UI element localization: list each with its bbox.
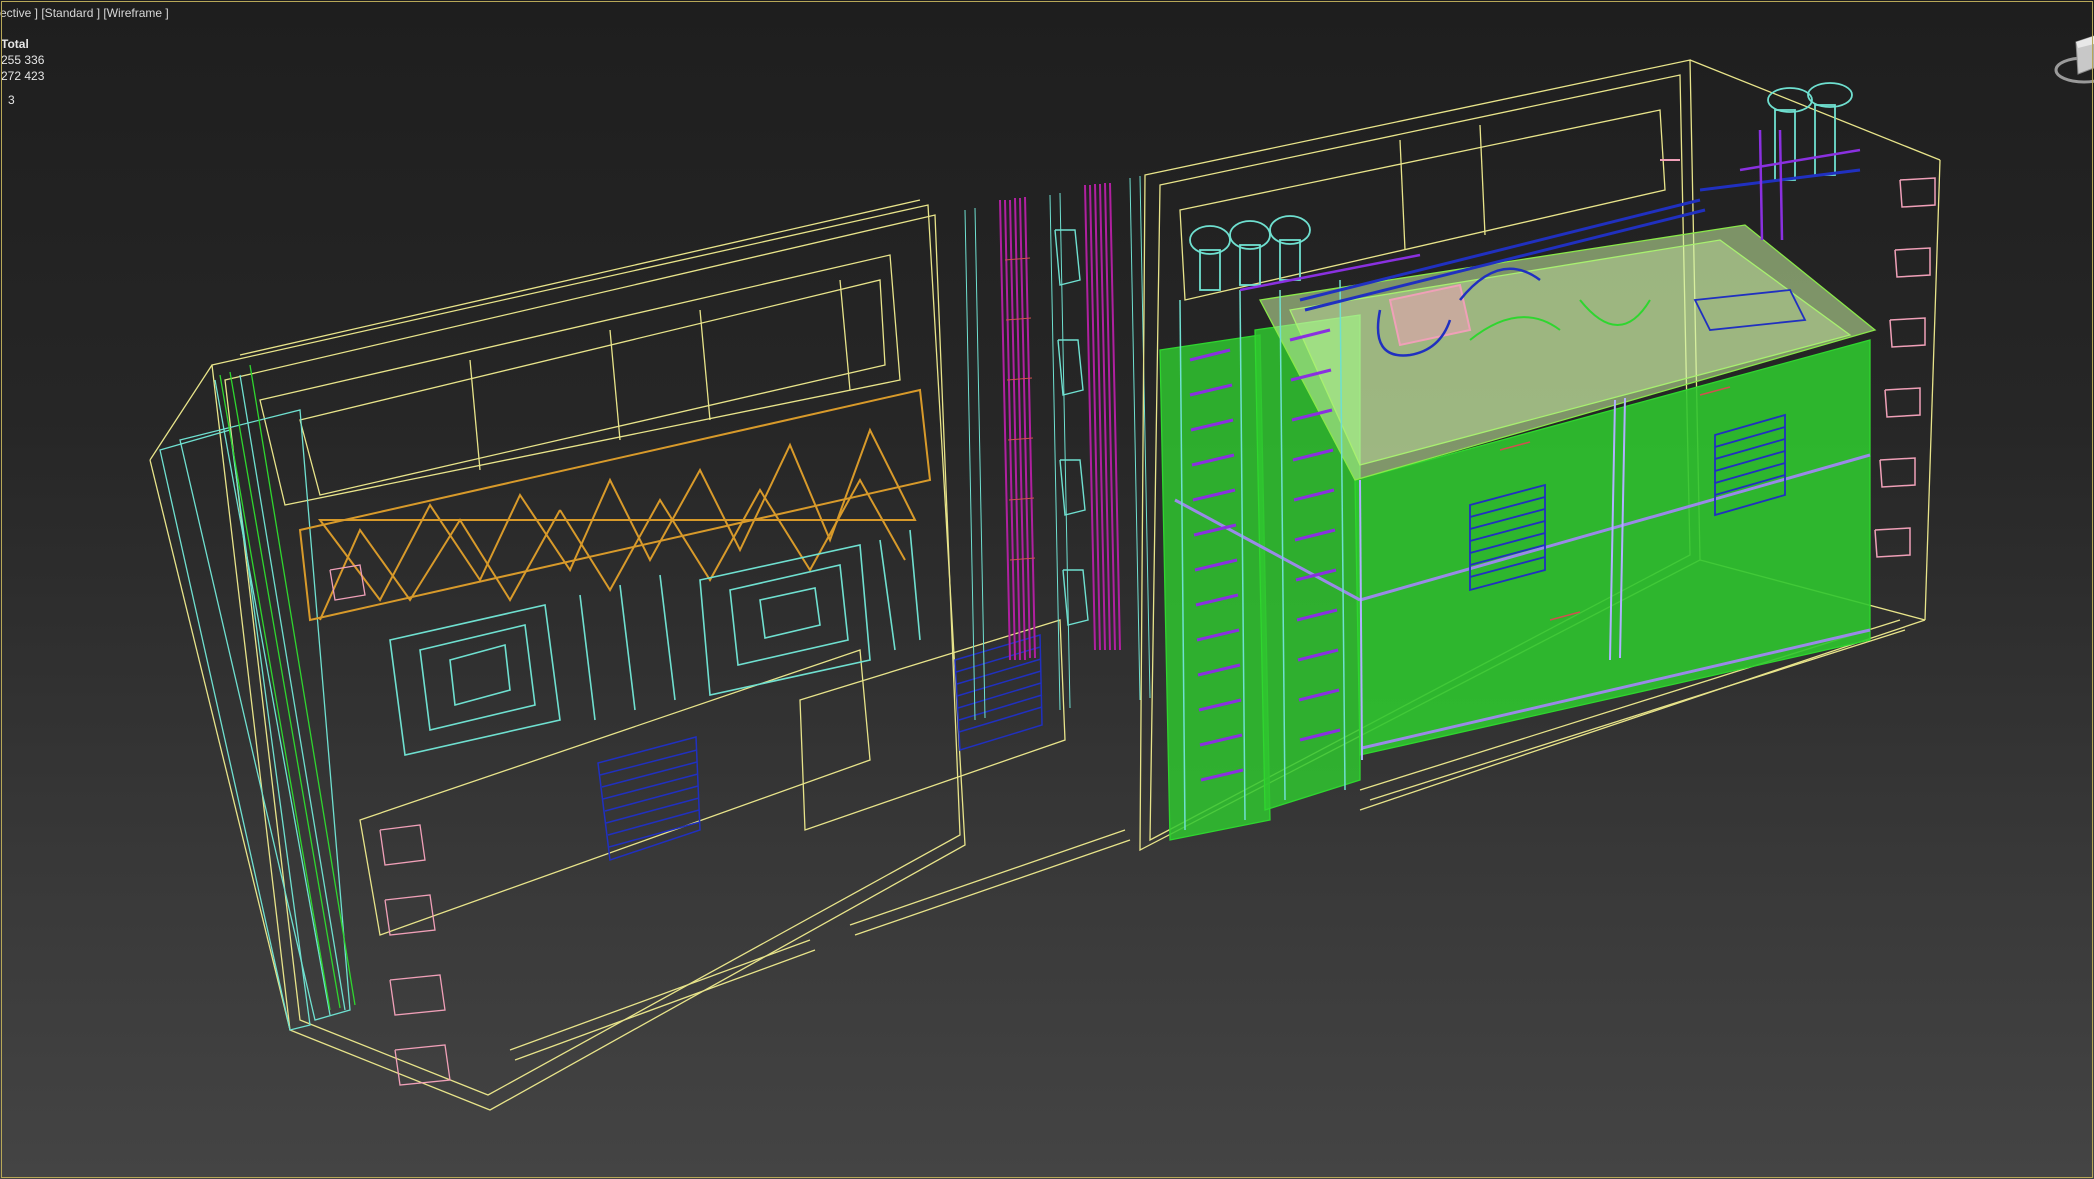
wireframe-scene[interactable] bbox=[0, 0, 2094, 1179]
middle-pipe-wireframe[interactable] bbox=[964, 175, 1151, 721]
stats-title: Total bbox=[1, 37, 29, 51]
perspective-viewport[interactable]: ective ] [Standard ] [Wireframe ] Total … bbox=[0, 0, 2094, 1179]
viewcube-icon[interactable] bbox=[2054, 32, 2094, 92]
right-building-wireframe[interactable] bbox=[1139, 59, 1941, 852]
stats-fps: 3 bbox=[8, 93, 15, 107]
statistics-overlay: Total 255 336 272 423 3 bbox=[1, 36, 44, 108]
viewport-label[interactable]: ective ] [Standard ] [Wireframe ] bbox=[0, 6, 169, 20]
stats-verts: 272 423 bbox=[1, 69, 45, 83]
stats-polys: 255 336 bbox=[1, 53, 45, 67]
left-building-wireframe[interactable] bbox=[149, 199, 1131, 1111]
